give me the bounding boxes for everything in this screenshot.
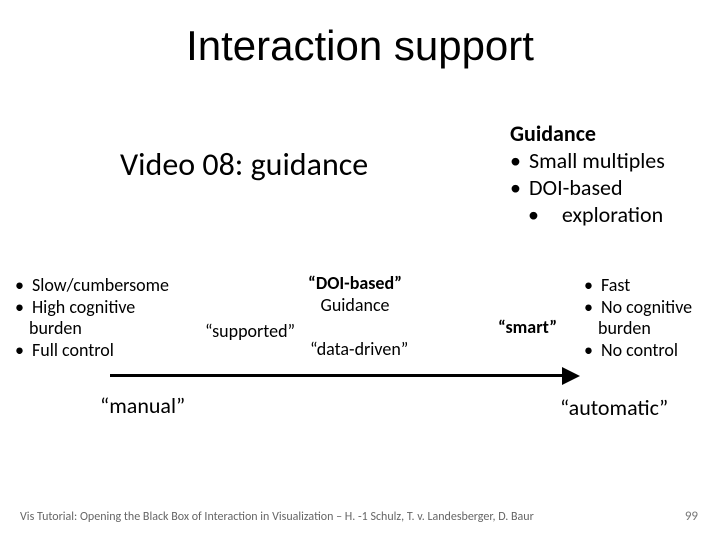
footer-citation: Vis Tutorial: Opening the Black Box of I… bbox=[20, 510, 534, 524]
page-number: 99 bbox=[685, 509, 698, 524]
axis-smart: “smart” bbox=[498, 316, 557, 338]
slide: Interaction support Video 08: guidance G… bbox=[0, 0, 720, 540]
list-item: Fast bbox=[584, 275, 720, 297]
axis-doibased: “DOI-based” Guidance bbox=[300, 272, 410, 316]
list-item: No control bbox=[584, 340, 720, 362]
slide-subtitle: Video 08: guidance bbox=[120, 145, 368, 184]
list-item: DOI-based bbox=[510, 174, 710, 201]
axis-datadriven: “data-driven” bbox=[310, 338, 408, 360]
spectrum-arrow bbox=[110, 370, 580, 382]
axis-supported: “supported” bbox=[205, 320, 295, 342]
list-item: High cognitive burden bbox=[15, 297, 185, 340]
guidance-list: Small multiples DOI-based exploration bbox=[510, 147, 710, 228]
list-item: exploration bbox=[510, 201, 710, 228]
list-item: No cognitive burden bbox=[584, 297, 720, 340]
axis-doibased-line2: Guidance bbox=[320, 294, 389, 316]
guidance-block: Guidance Small multiples DOI-based explo… bbox=[510, 120, 710, 228]
guidance-heading: Guidance bbox=[510, 120, 710, 147]
left-attributes: Slow/cumbersome High cognitive burden Fu… bbox=[15, 275, 185, 361]
list-item-text: exploration bbox=[562, 201, 663, 228]
slide-title: Interaction support bbox=[0, 22, 720, 70]
arrowhead-icon bbox=[562, 367, 580, 385]
right-attributes: Fast No cognitive burden No control bbox=[584, 275, 720, 361]
list-item: Small multiples bbox=[510, 147, 710, 174]
axis-manual: “manual” bbox=[100, 392, 185, 419]
list-item: Slow/cumbersome bbox=[15, 275, 185, 297]
arrow-line bbox=[110, 374, 565, 377]
list-item: Full control bbox=[15, 340, 185, 362]
axis-doibased-line1: “DOI-based” bbox=[308, 272, 402, 294]
axis-automatic: “automatic” bbox=[560, 394, 668, 421]
